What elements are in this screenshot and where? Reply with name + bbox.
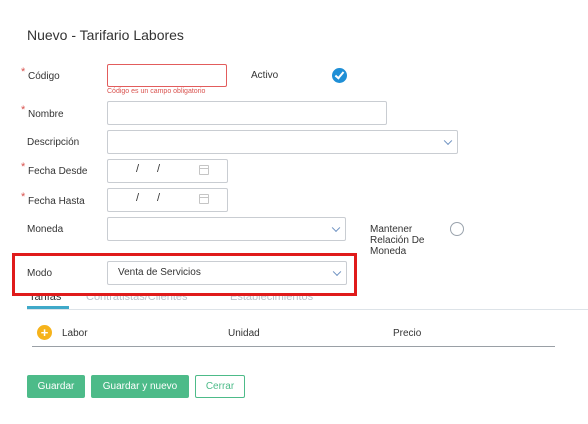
moneda-select[interactable] — [107, 217, 346, 241]
nombre-input[interactable] — [107, 101, 387, 125]
calendar-icon[interactable] — [199, 194, 209, 204]
column-header-labor: Labor — [62, 328, 88, 339]
activo-label: Activo — [251, 70, 279, 81]
close-button[interactable]: Cerrar — [195, 375, 245, 398]
plus-icon[interactable]: + — [37, 325, 52, 340]
highlight-box — [12, 253, 357, 296]
codigo-label: Código — [28, 71, 60, 82]
calendar-icon[interactable] — [199, 165, 209, 175]
required-mark: * — [21, 104, 26, 116]
codigo-input[interactable] — [107, 64, 227, 87]
fecha-desde-label: Fecha Desde — [28, 166, 88, 177]
tabs-divider — [27, 309, 588, 310]
moneda-label: Moneda — [27, 224, 64, 235]
date-separator: / — [157, 163, 161, 175]
date-separator: / — [136, 192, 140, 204]
date-separator: / — [136, 163, 140, 175]
required-mark: * — [21, 66, 26, 78]
fecha-hasta-label: Fecha Hasta — [28, 196, 85, 207]
column-header-unidad: Unidad — [228, 328, 260, 339]
descripcion-label: Descripción — [27, 137, 80, 148]
save-button[interactable]: Guardar — [27, 375, 85, 398]
activo-checkbox-checked-icon[interactable] — [332, 68, 347, 83]
codigo-error-message: Código es un campo obligatorio — [107, 88, 206, 95]
descripcion-select[interactable] — [107, 130, 458, 154]
mantener-relacion-label: Mantener Relación De Moneda — [370, 224, 425, 257]
date-separator: / — [157, 192, 161, 204]
chevron-down-icon — [443, 136, 453, 146]
mantener-relacion-toggle[interactable] — [450, 222, 464, 236]
fecha-desde-input[interactable]: / / — [107, 159, 228, 183]
table-header-divider — [32, 346, 555, 347]
nombre-label: Nombre — [28, 109, 64, 120]
required-mark: * — [21, 191, 26, 203]
chevron-down-icon — [331, 223, 341, 233]
column-header-precio: Precio — [393, 328, 422, 339]
page-title: Nuevo - Tarifario Labores — [27, 27, 184, 43]
required-mark: * — [21, 161, 26, 173]
fecha-hasta-input[interactable]: / / — [107, 188, 228, 212]
save-and-new-button[interactable]: Guardar y nuevo — [91, 375, 189, 398]
